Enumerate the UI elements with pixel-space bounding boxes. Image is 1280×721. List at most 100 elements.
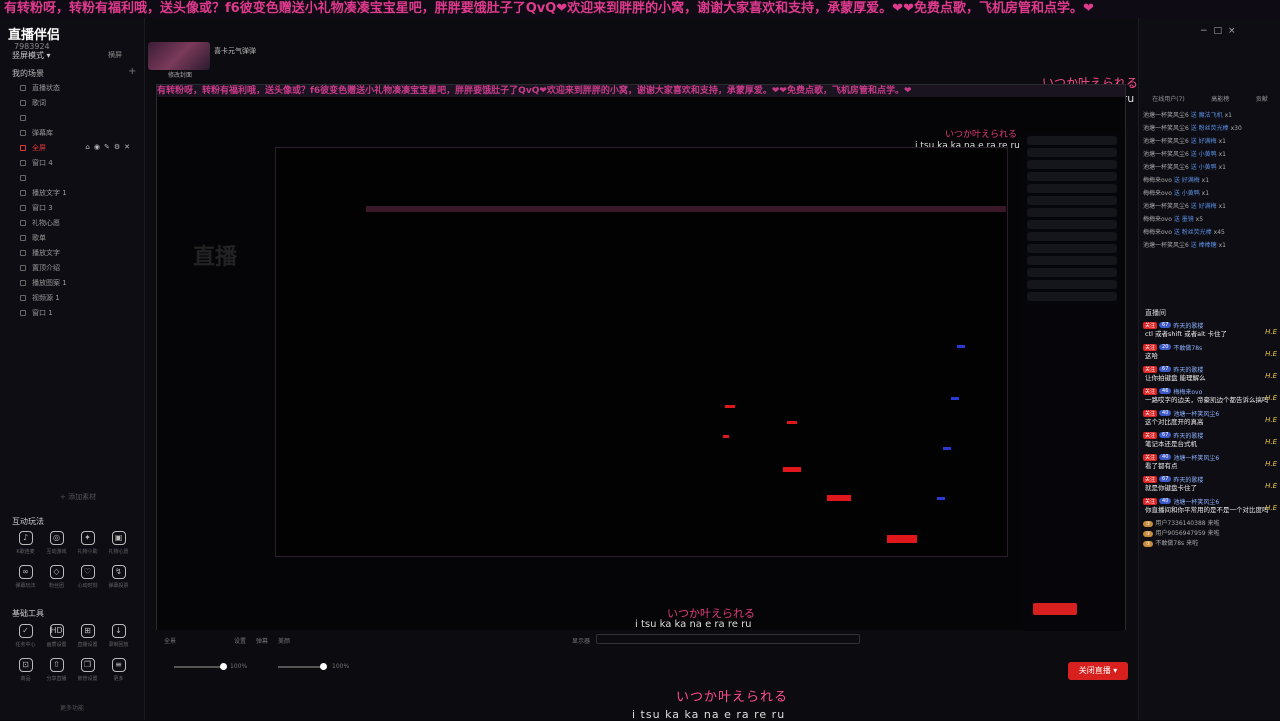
tool-button[interactable]: ✓ 任务中心 — [10, 624, 41, 648]
source-item[interactable]: 窗口 4 — [10, 155, 138, 170]
source-label: 视频源 1 — [32, 293, 60, 302]
settings-icon[interactable]: ⚙ — [114, 143, 120, 151]
mic-volume-slider[interactable] — [174, 663, 227, 670]
chat-message[interactable]: 关注 67 昨天的歌楼 让你拍键盘 能理解么 H.E — [1143, 364, 1279, 383]
tool-label: 画质设置 — [46, 642, 67, 648]
speaker-volume-slider[interactable] — [278, 663, 327, 670]
tool-button[interactable]: ❐ 房管设置 — [72, 658, 103, 682]
chat-nick[interactable]: 池塘一杯笑风尘6 — [1173, 453, 1219, 462]
cover-edit-label[interactable]: 修改封面 — [168, 70, 192, 79]
chat-message[interactable]: 关注 46 梅梅来ovo 一路哎字的边关，帝豪凯边个都告诉么搞吗 H.E — [1143, 386, 1279, 405]
gift-row: 梅梅来ovo 送 小黄鸭 x1 — [1143, 188, 1277, 201]
chat-message[interactable]: 关注 20 不敢做78s 这哈 H.E — [1143, 342, 1279, 361]
delete-icon[interactable]: ✕ — [124, 143, 130, 151]
tool-button[interactable]: ✦ 礼物小助 — [72, 531, 103, 555]
gift-action: 送 粉丝荧光棒 — [1173, 229, 1212, 236]
chat-message[interactable]: 关注 67 昨天的歌楼 笔记本还是台式机 H.E — [1143, 430, 1279, 449]
tool-button[interactable]: ∞ 弹幕玩法 — [10, 565, 41, 589]
tool-button[interactable]: ♪ K歌连麦 — [10, 531, 41, 555]
source-item[interactable]: 视频源 1 — [10, 290, 138, 305]
tool-button[interactable]: ⊡ 商品 — [10, 658, 41, 682]
chat-message-head: 关注 67 昨天的歌楼 — [1143, 364, 1279, 374]
source-item[interactable]: 弹幕库 — [10, 125, 138, 140]
tool-button[interactable]: HD 画质设置 — [41, 624, 72, 648]
chat-nick[interactable]: 池塘一杯笑风尘6 — [1173, 409, 1219, 418]
chat-nick[interactable]: 池塘一杯笑风尘6 — [1173, 497, 1219, 506]
mode-right-toggle[interactable]: 横屏 — [108, 50, 122, 60]
right-tab[interactable]: 贡献 — [1256, 94, 1268, 103]
close-live-button[interactable]: 关闭直播 ▾ — [1068, 662, 1128, 680]
display-label: 显示器 — [572, 638, 591, 645]
bottom-label-0[interactable]: 全景 — [164, 636, 176, 645]
display-select[interactable] — [596, 634, 860, 644]
tool-button[interactable]: ◎ 互动游戏 — [41, 531, 72, 555]
gift-user: 池塘一杯笑风尘6 — [1143, 151, 1189, 158]
lock-icon[interactable]: ⌂ — [85, 143, 89, 151]
add-source-button[interactable]: + 添加素材 — [60, 492, 96, 502]
source-icon — [20, 189, 26, 196]
eye-icon[interactable]: ◉ — [94, 143, 100, 151]
tool-button[interactable]: ≡ 更多 — [103, 658, 134, 682]
source-item[interactable]: 歌单 — [10, 230, 138, 245]
tool-button[interactable]: ⊞ 直播设置 — [72, 624, 103, 648]
tool-button[interactable]: ♡ 心动时刻 — [72, 565, 103, 589]
add-scene-icon[interactable]: + — [128, 66, 136, 77]
fan-badge: 关注 — [1143, 431, 1158, 439]
tool-button[interactable]: ◇ 粉丝团 — [41, 565, 72, 589]
source-item[interactable]: 播放图案 1 — [10, 275, 138, 290]
chat-message[interactable]: 关注 40 池塘一杯笑风尘6 看了都有点 H.E — [1143, 452, 1279, 471]
source-item[interactable]: 窗口 1 — [10, 305, 138, 320]
gift-row: 池塘一杯笑风尘6 送 好满梅 x1 — [1143, 136, 1277, 149]
bottom-label-1[interactable]: 设置 — [234, 636, 246, 645]
gift-user: 池塘一杯笑风尘6 — [1143, 164, 1189, 171]
chat-message[interactable]: 关注 67 昨天的歌楼 就是你键盘卡住了 H.E — [1143, 474, 1279, 493]
chat-nick[interactable]: 昨天的歌楼 — [1173, 365, 1203, 374]
bag-icon: ⊡ — [18, 658, 33, 672]
level-badge: 67 — [1159, 366, 1172, 372]
source-item[interactable]: 置顶介绍 — [10, 260, 138, 275]
source-label: 弹幕库 — [32, 128, 53, 137]
fan-badge: 关注 — [1143, 497, 1158, 505]
chat-message[interactable]: 关注 40 池塘一杯笑风尘6 这个对比度开的真高 H.E — [1143, 408, 1279, 427]
screen-icon: ⊞ — [80, 624, 95, 638]
bottom-label-3[interactable]: 美颜 — [278, 636, 290, 645]
cover-image[interactable] — [148, 42, 210, 70]
bottom-label-2[interactable]: 弹幕 — [256, 636, 268, 645]
chat-nick[interactable]: 昨天的歌楼 — [1173, 321, 1203, 330]
live-preview[interactable]: 有转粉呀，转粉有福利哦，送头像或？f6彼变色赠送小礼物凑凑宝宝星吧，胖胖要饿肚子… — [156, 84, 1126, 631]
source-item[interactable]: 播放文字 1 — [10, 185, 138, 200]
chat-nick[interactable]: 昨天的歌楼 — [1173, 431, 1203, 440]
tool-button[interactable]: ↯ 弹幕投票 — [103, 565, 134, 589]
he-badge: H.E — [1265, 460, 1277, 468]
tool-button[interactable]: ↓ 录制回放 — [103, 624, 134, 648]
tool-button[interactable]: ▣ 礼物心愿 — [103, 531, 134, 555]
window-controls[interactable]: −□× — [1200, 26, 1242, 36]
source-item[interactable] — [10, 110, 138, 125]
source-icon — [20, 294, 26, 301]
source-item[interactable]: 播放文字 — [10, 245, 138, 260]
right-tab[interactable]: 在线用户(7) — [1152, 94, 1185, 103]
mode-selector[interactable]: 竖屏模式 ▾ — [12, 50, 51, 61]
source-tools: ⌂ ◉ ✎ ⚙ ✕ — [85, 143, 130, 151]
edit-icon[interactable]: ✎ — [104, 143, 110, 151]
source-item[interactable] — [10, 170, 138, 185]
gift-user: 梅梅来ovo — [1143, 177, 1172, 184]
more-tools-link[interactable]: 更多功能 — [60, 703, 84, 712]
he-badge: H.E — [1265, 372, 1277, 380]
source-item[interactable]: 歌词 — [10, 95, 138, 110]
source-item[interactable]: 礼物心愿 — [10, 215, 138, 230]
basic-tools-grid: ✓ 任务中心 HD 画质设置 ⊞ 直播设置 ↓ 录制回放 ⊡ 商品 ⇧ 分享直播 ❐ 房管设置 ≡ 更多 — [10, 624, 134, 682]
source-item[interactable]: 窗口 3 — [10, 200, 138, 215]
source-item[interactable]: 全屏 ⌂ ◉ ✎ ⚙ ✕ — [10, 140, 138, 155]
speaker-volume-value: 100% — [332, 663, 350, 670]
chat-message[interactable]: 关注 67 昨天的歌楼 ctl 或者shift 或者alt 卡住了 H.E — [1143, 320, 1279, 339]
right-tab[interactable]: 高能榜 — [1211, 94, 1229, 103]
chat-nick[interactable]: 昨天的歌楼 — [1173, 475, 1203, 484]
chat-nick[interactable]: 不敢做78s — [1173, 343, 1202, 352]
chat-message[interactable]: 关注 40 池塘一杯笑风尘6 你直播间和你平常用的是不是一个对比度吗 H.E — [1143, 496, 1279, 515]
chat-nick[interactable]: 梅梅来ovo — [1173, 387, 1202, 396]
source-item[interactable]: 直播状态 — [10, 80, 138, 95]
chat-text: 就是你键盘卡住了 — [1145, 484, 1197, 492]
stream-title[interactable]: 喜卡元气弹弹 — [214, 46, 256, 56]
tool-button[interactable]: ⇧ 分享直播 — [41, 658, 72, 682]
